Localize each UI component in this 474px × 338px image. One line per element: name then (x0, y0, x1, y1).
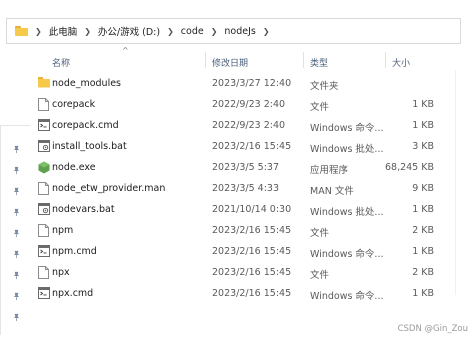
pin-icon[interactable] (12, 166, 21, 175)
pin-icon[interactable] (12, 187, 21, 196)
chevron-right-icon[interactable]: ❯ (35, 27, 42, 36)
bat-icon (38, 203, 50, 216)
file-name: npm.cmd (52, 246, 97, 257)
file-row[interactable]: corepack.cmd 2022/9/23 2:40 Windows 命令... 1… (30, 115, 444, 136)
file-size: 1 KB (412, 246, 434, 257)
file-name: npm (52, 225, 74, 236)
file-size: 9 KB (412, 183, 434, 194)
file-row[interactable]: node_etw_provider.man 2023/3/5 4:33 MAN 文件… (30, 178, 444, 199)
chevron-right-icon[interactable]: ❯ (263, 27, 270, 36)
file-date-modified: 2023/2/16 15:45 (212, 267, 292, 278)
column-header-name[interactable]: 名称 (52, 56, 70, 69)
file-name: npx (52, 267, 70, 278)
file-date-modified: 2023/3/5 5:37 (212, 162, 280, 173)
column-divider[interactable] (385, 52, 386, 68)
file-size: 1 KB (412, 204, 434, 215)
file-type: 文件 (310, 270, 330, 281)
file-row[interactable]: nodevars.bat 2021/10/14 0:30 Windows 批处...… (30, 199, 444, 220)
column-divider[interactable] (303, 52, 304, 68)
node-exe-icon (38, 161, 50, 174)
file-name: node_etw_provider.man (52, 183, 166, 194)
pin-icon[interactable] (12, 250, 21, 259)
file-size: 2 KB (412, 225, 434, 236)
pin-icon[interactable] (12, 271, 21, 280)
file-row[interactable]: node_modules 2023/3/27 12:40 文件夹 (30, 73, 444, 94)
file-name: npx.cmd (52, 288, 94, 299)
column-header-date[interactable]: 修改日期 (212, 56, 248, 69)
file-date-modified: 2022/9/23 2:40 (212, 99, 286, 110)
file-name: corepack (52, 99, 96, 110)
pin-icon[interactable] (12, 208, 21, 217)
file-date-modified: 2023/2/16 15:45 (212, 225, 292, 236)
file-size: 1 KB (412, 288, 434, 299)
file-icon (38, 98, 50, 111)
sidebar-divider (0, 125, 1, 335)
file-row[interactable]: npm.cmd 2023/2/16 15:45 Windows 命令... 1 KB (30, 241, 444, 262)
chevron-right-icon[interactable]: ❯ (167, 27, 174, 36)
scrollbar-track[interactable] (455, 70, 456, 295)
pin-icon[interactable] (12, 292, 21, 301)
file-icon (38, 224, 50, 237)
sidebar-divider (0, 125, 30, 126)
column-header-size[interactable]: 大小 (392, 56, 410, 69)
file-row[interactable]: corepack 2022/9/23 2:40 文件 1 KB (30, 94, 444, 115)
file-date-modified: 2023/2/16 15:45 (212, 288, 292, 299)
chevron-right-icon[interactable]: ❯ (211, 27, 218, 36)
file-size: 3 KB (412, 141, 434, 152)
file-size: 68,245 KB (384, 162, 434, 173)
file-size: 1 KB (412, 99, 434, 110)
file-date-modified: 2023/2/16 15:45 (212, 246, 292, 257)
file-date-modified: 2023/2/16 15:45 (212, 141, 292, 152)
file-size: 1 KB (412, 120, 434, 131)
file-icon (38, 182, 50, 195)
breadcrumb-this-pc[interactable]: 此电脑 (49, 24, 78, 38)
file-row[interactable]: npx.cmd 2023/2/16 15:45 Windows 命令... 1 KB (30, 283, 444, 304)
file-date-modified: 2023/3/5 4:33 (212, 183, 280, 194)
cmd-icon (38, 119, 50, 132)
file-icon (38, 266, 50, 279)
breadcrumb-code[interactable]: code (181, 26, 204, 37)
file-name: nodevars.bat (52, 204, 115, 215)
file-type: 应用程序 (310, 165, 349, 176)
folder-icon (15, 26, 28, 36)
watermark: CSDN @Gin_Zou (397, 324, 468, 334)
sort-ascending-icon: ^ (122, 46, 129, 55)
folder-icon (38, 77, 50, 90)
bat-icon (38, 140, 50, 153)
file-date-modified: 2022/9/23 2:40 (212, 120, 286, 131)
file-name: install_tools.bat (52, 141, 127, 152)
file-row[interactable]: install_tools.bat 2023/2/16 15:45 Windows … (30, 136, 444, 157)
pin-icon[interactable] (12, 313, 21, 322)
file-row[interactable]: npm 2023/2/16 15:45 文件 2 KB (30, 220, 444, 241)
pin-icon[interactable] (12, 229, 21, 238)
file-name: node_modules (52, 78, 122, 89)
column-header-type[interactable]: 类型 (310, 56, 328, 69)
breadcrumb-drive-d[interactable]: 办公/游戏 (D:) (98, 24, 160, 38)
file-row[interactable]: npx 2023/2/16 15:45 文件 2 KB (30, 262, 444, 283)
file-type: 文件夹 (310, 81, 339, 92)
file-type: 文件 (310, 102, 330, 113)
file-type: 文件 (310, 228, 330, 239)
chevron-right-icon[interactable]: ❯ (84, 27, 91, 36)
file-row[interactable]: node.exe 2023/3/5 5:37 应用程序 68,245 KB (30, 157, 444, 178)
column-divider[interactable] (205, 52, 206, 68)
file-name: node.exe (52, 162, 96, 173)
file-date-modified: 2021/10/14 0:30 (212, 204, 292, 215)
file-name: corepack.cmd (52, 120, 119, 131)
cmd-icon (38, 245, 50, 258)
file-date-modified: 2023/3/27 12:40 (212, 78, 292, 89)
pin-icon[interactable] (12, 145, 21, 154)
file-size: 2 KB (412, 267, 434, 278)
breadcrumb-nodejs[interactable]: nodeJs (224, 26, 255, 37)
file-type: MAN 文件 (310, 186, 354, 197)
cmd-icon (38, 287, 50, 300)
address-bar[interactable]: ❯ 此电脑 ❯ 办公/游戏 (D:) ❯ code ❯ nodeJs ❯ (6, 18, 461, 44)
